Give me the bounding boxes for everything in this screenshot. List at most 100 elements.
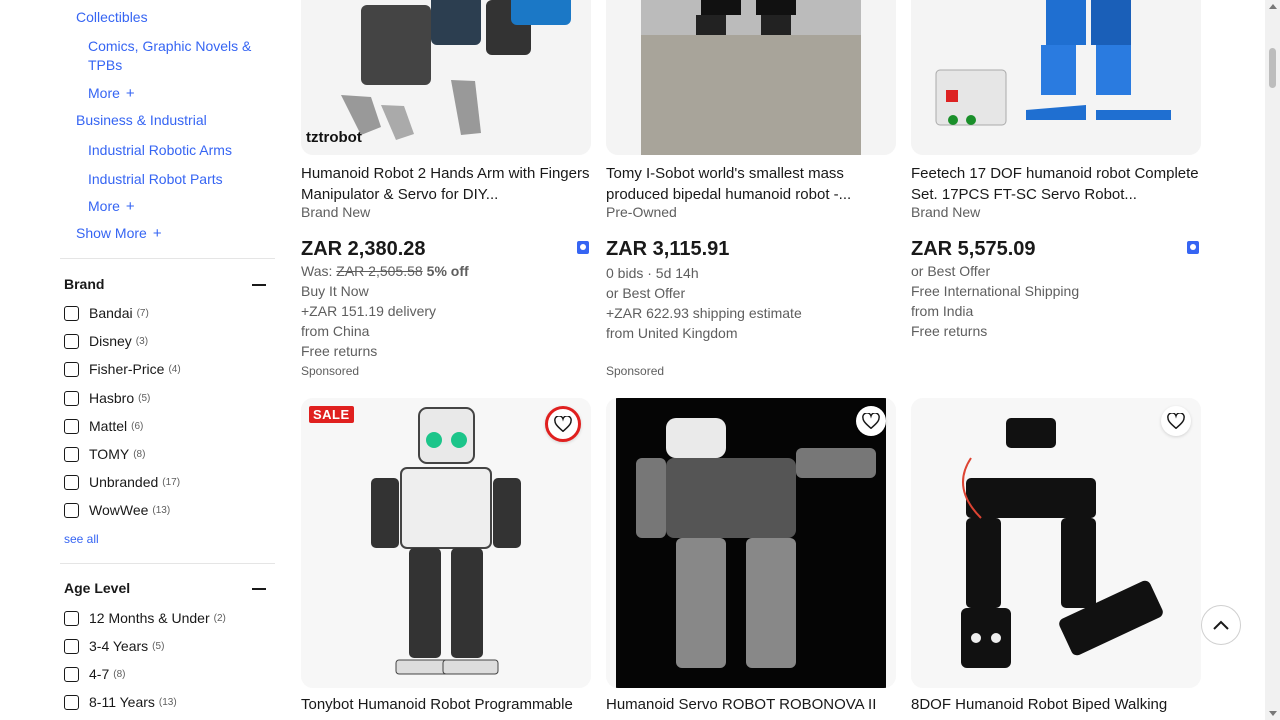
back-to-top-button[interactable] <box>1201 605 1241 645</box>
checkbox[interactable] <box>64 305 79 321</box>
brand-facet-title[interactable]: Brand <box>64 276 104 292</box>
best-offer: or Best Offer <box>606 285 686 301</box>
price: ZAR 3,115.91 <box>606 238 730 260</box>
filter-sidebar: Collectibles Comics, Graphic Novels & TP… <box>0 0 290 720</box>
option-label: Bandai <box>89 305 133 321</box>
option-count: (8) <box>113 668 126 680</box>
brand-option-disney[interactable]: Disney (3) <box>64 331 148 351</box>
option-label: 3-4 Years <box>89 638 149 654</box>
location: from India <box>911 303 974 319</box>
product-title[interactable]: Tomy I-Sobot world's smallest mass produ… <box>606 163 896 205</box>
product-title[interactable]: Humanoid Servo ROBOT ROBONOVA II <box>606 694 896 715</box>
price: ZAR 5,575.09 <box>911 238 1036 260</box>
product-image[interactable] <box>606 398 896 688</box>
scroll-down-arrow-icon[interactable] <box>1269 711 1277 716</box>
option-count: (3) <box>135 335 149 347</box>
location: from United Kingdom <box>606 325 738 341</box>
age-option-12-months[interactable]: 12 Months & Under (2) <box>64 608 226 628</box>
category-comics-line2[interactable]: TPBs <box>88 56 122 75</box>
option-label: WowWee <box>89 502 149 518</box>
collapse-brand-icon[interactable] <box>252 284 266 286</box>
product-title[interactable]: 8DOF Humanoid Robot Biped Walking <box>911 694 1201 715</box>
brand-option-fisher-price[interactable]: Fisher-Price (4) <box>64 359 181 379</box>
option-label: Disney <box>89 333 132 349</box>
option-count: (2) <box>213 612 226 624</box>
plus-icon: + <box>125 85 135 102</box>
more-label: More <box>88 198 120 214</box>
promoted-icon <box>577 241 589 254</box>
more-business-link[interactable]: More + <box>88 197 135 216</box>
collapse-age-icon[interactable] <box>252 588 266 590</box>
option-count: (13) <box>152 504 171 516</box>
plus-icon: + <box>152 225 162 242</box>
option-count: (7) <box>136 307 149 319</box>
scroll-up-arrow-icon[interactable] <box>1269 4 1277 9</box>
more-collectibles-link[interactable]: More + <box>88 84 135 103</box>
checkbox[interactable] <box>64 502 79 518</box>
category-collectibles[interactable]: Collectibles <box>76 8 148 27</box>
age-option-3-4-years[interactable]: 3-4 Years (5) <box>64 636 164 656</box>
buy-format: Buy It Now <box>301 283 369 299</box>
checkbox[interactable] <box>64 474 79 490</box>
returns: Free returns <box>301 343 378 359</box>
brand-option-bandai[interactable]: Bandai (7) <box>64 303 149 323</box>
option-count: (4) <box>168 363 181 375</box>
brand-see-all-link[interactable]: see all <box>64 532 99 546</box>
sponsored-label: Sponsored <box>606 364 665 378</box>
option-count: (5) <box>138 392 151 404</box>
watch-heart-icon[interactable] <box>545 406 581 442</box>
checkbox[interactable] <box>64 638 79 654</box>
category-business-industrial[interactable]: Business & Industrial <box>76 111 207 130</box>
age-option-8-11-years[interactable]: 8-11 Years (13) <box>64 692 177 712</box>
brand-option-mattel[interactable]: Mattel (6) <box>64 416 143 436</box>
location: from China <box>301 323 370 339</box>
divider <box>60 258 275 259</box>
product-image[interactable]: tztrobot <box>301 0 591 155</box>
option-label: 12 Months & Under <box>89 610 210 626</box>
category-comics-line1[interactable]: Comics, Graphic Novels & <box>88 37 251 56</box>
watch-heart-icon[interactable] <box>1161 406 1191 436</box>
checkbox[interactable] <box>64 418 79 434</box>
checkbox[interactable] <box>64 666 79 682</box>
category-industrial-robot-parts[interactable]: Industrial Robot Parts <box>88 170 223 189</box>
brand-option-unbranded[interactable]: Unbranded (17) <box>64 472 180 492</box>
checkbox[interactable] <box>64 361 79 377</box>
product-image[interactable] <box>911 0 1201 155</box>
product-title[interactable]: Humanoid Robot 2 Hands Arm with Fingers … <box>301 163 591 205</box>
option-label: Hasbro <box>89 390 135 406</box>
product-title[interactable]: Feetech 17 DOF humanoid robot Complete S… <box>911 163 1201 205</box>
price: ZAR 2,380.28 <box>301 238 426 260</box>
age-level-facet-title[interactable]: Age Level <box>64 580 130 596</box>
was-price: Was: ZAR 2,505.58 5% off <box>301 263 469 279</box>
product-image[interactable] <box>606 0 896 155</box>
show-more-categories[interactable]: Show More + <box>76 224 162 243</box>
checkbox[interactable] <box>64 390 79 406</box>
promoted-icon <box>1187 241 1199 254</box>
checkbox[interactable] <box>64 446 79 462</box>
bids-time-left: 0 bids · 5d 14h <box>606 265 699 281</box>
checkbox[interactable] <box>64 333 79 349</box>
product-image[interactable]: SALE <box>301 398 591 688</box>
option-count: (6) <box>131 420 144 432</box>
watch-heart-icon[interactable] <box>856 406 886 436</box>
brand-option-tomy[interactable]: TOMY (8) <box>64 444 145 464</box>
category-industrial-robotic-arms[interactable]: Industrial Robotic Arms <box>88 141 232 160</box>
shipping: Free International Shipping <box>911 283 1080 299</box>
best-offer: or Best Offer <box>911 263 991 279</box>
product-title[interactable]: Tonybot Humanoid Robot Programmable <box>301 694 591 715</box>
checkbox[interactable] <box>64 610 79 626</box>
brand-option-hasbro[interactable]: Hasbro (5) <box>64 388 150 408</box>
original-price: ZAR 2,505.58 <box>336 263 423 279</box>
option-label: 4-7 <box>89 666 110 682</box>
page-scrollbar[interactable] <box>1265 0 1280 720</box>
option-count: (8) <box>133 448 146 460</box>
returns: Free returns <box>911 323 988 339</box>
more-label: More <box>88 85 120 101</box>
product-image[interactable] <box>911 398 1201 688</box>
option-label: Mattel <box>89 418 128 434</box>
show-more-label: Show More <box>76 225 147 241</box>
checkbox[interactable] <box>64 694 79 710</box>
brand-option-wowwee[interactable]: WowWee (13) <box>64 500 170 520</box>
scrollbar-thumb[interactable] <box>1269 48 1276 88</box>
age-option-4-7[interactable]: 4-7 (8) <box>64 664 125 684</box>
